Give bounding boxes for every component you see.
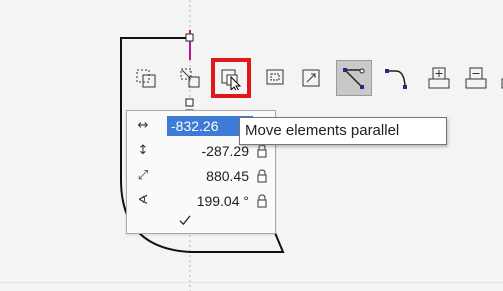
move-elements-parallel-icon [221, 69, 242, 90]
lock-icon[interactable] [255, 169, 269, 183]
toolbar-btn-stack-element[interactable] [458, 60, 494, 96]
numeric-row-angle: ∢ 199.04 ° [127, 189, 277, 213]
confirm-check-icon[interactable] [179, 215, 191, 225]
toolbar-btn-select-frame[interactable] [128, 60, 164, 96]
toolbar-btn-rotate[interactable] [172, 60, 208, 96]
toolbar-btn-arc-corner[interactable] [378, 60, 414, 96]
angle-icon: ∢ [137, 193, 149, 208]
line-corner-icon [343, 68, 365, 89]
offset-copy-icon [266, 69, 284, 85]
toolbar-btn-offset-copy[interactable] [258, 60, 294, 96]
angle-input[interactable]: 199.04 ° [167, 191, 253, 211]
toolbar-btn-remove-element[interactable] [494, 60, 503, 96]
arc-corner-icon [385, 69, 407, 89]
add-element-plus-icon [428, 67, 450, 89]
handle-top [185, 33, 194, 42]
lock-icon[interactable] [255, 144, 269, 158]
scale-elements-icon [302, 69, 320, 87]
toolbar-btn-scale[interactable] [294, 60, 330, 96]
numeric-row-length: ⤢ 880.45 [127, 164, 277, 188]
toolbar-btn-move-parallel[interactable] [211, 58, 251, 98]
edit-toolbar [126, 58, 503, 106]
rotate-elements-icon [180, 68, 200, 88]
length-input[interactable]: 880.45 [167, 166, 253, 186]
horizontal-arrows-icon: ↔ [137, 118, 149, 133]
select-frame-icon [136, 69, 156, 88]
diagonal-length-icon: ⤢ [137, 168, 149, 183]
lock-icon[interactable] [255, 194, 269, 208]
stack-element-icon [465, 67, 487, 89]
toolbar-btn-line-corner[interactable] [336, 60, 372, 96]
vertical-arrows-icon: ↕ [137, 143, 149, 158]
toolbar-btn-add-element[interactable] [421, 60, 457, 96]
tooltip: Move elements parallel [239, 117, 447, 145]
